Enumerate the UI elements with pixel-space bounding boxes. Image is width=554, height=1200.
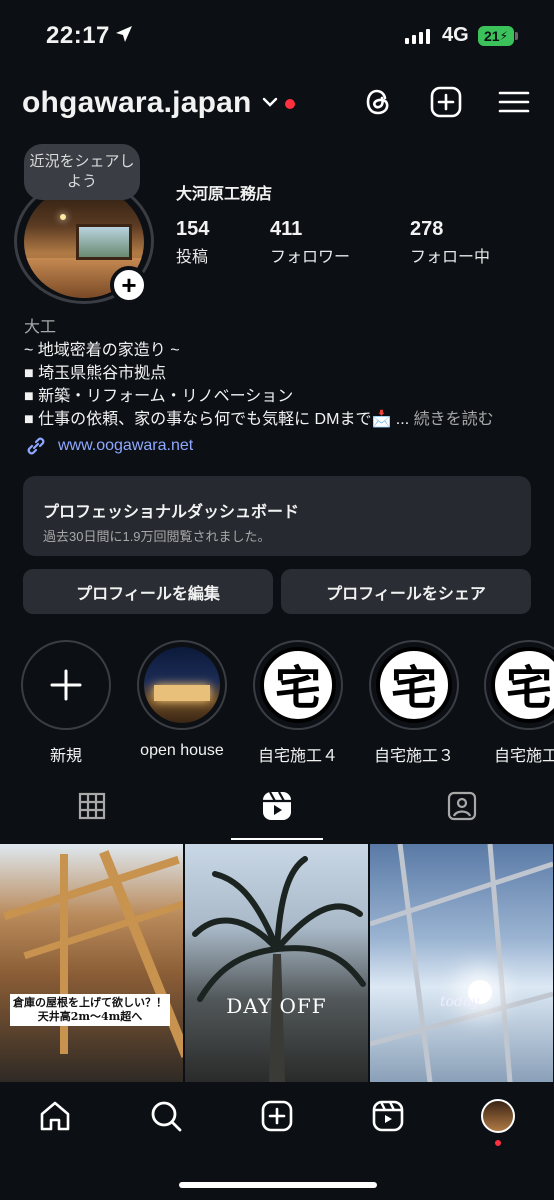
- profile-header: ohgawara.japan: [0, 82, 554, 126]
- stat-followers[interactable]: 411 フォロワー: [270, 218, 350, 267]
- nav-profile[interactable]: [478, 1096, 518, 1136]
- highlight-jitaku[interactable]: 宅 自宅施工: [484, 640, 554, 766]
- profile-tabs: [0, 770, 554, 842]
- threads-icon[interactable]: [360, 84, 396, 120]
- bio-line: ■ 新築・リフォーム・リノベーション: [24, 388, 294, 405]
- highlight-open-house[interactable]: open house: [136, 640, 228, 760]
- search-icon: [151, 1101, 182, 1132]
- reel-title: DAY OFF: [226, 994, 327, 1018]
- nav-search[interactable]: [146, 1096, 186, 1136]
- menu-icon[interactable]: [496, 84, 532, 120]
- highlight-cover: 宅: [260, 647, 336, 723]
- nav-home[interactable]: [35, 1096, 75, 1136]
- add-story-plus-icon[interactable]: +: [110, 266, 148, 304]
- battery-icon: 21 ⚡: [478, 26, 518, 46]
- reel-thumbnail[interactable]: DAY OFF: [185, 844, 368, 1082]
- stat-following[interactable]: 278 フォロー中: [410, 218, 490, 267]
- website-url: www.oogawara.net: [58, 437, 194, 454]
- stat-label: 投稿: [176, 249, 209, 266]
- edit-profile-button[interactable]: プロフィールを編集: [23, 569, 273, 614]
- stat-value: 278: [410, 218, 444, 240]
- note-bubble[interactable]: 近況をシェアしよう: [24, 144, 140, 200]
- reel-caption-line: 天井高2m〜4m超へ: [37, 1010, 143, 1023]
- home-icon: [40, 1101, 70, 1131]
- home-indicator[interactable]: [179, 1182, 377, 1188]
- highlight-cover: [144, 647, 220, 723]
- stat-value: 411: [270, 218, 303, 240]
- reel-title: today: [440, 994, 480, 1010]
- highlight-label: 自宅施工４: [257, 748, 338, 765]
- plus-icon: [50, 669, 82, 701]
- notification-dot: [285, 99, 295, 109]
- palm-tree-image: [192, 856, 366, 1082]
- display-name: 大河原工務店: [176, 186, 273, 203]
- notification-dot: [495, 1140, 501, 1146]
- nav-create[interactable]: [257, 1096, 297, 1136]
- clock: 22:17: [46, 22, 110, 49]
- bio-line: ■ 仕事の依頼、家の事なら何でも気軽に DMまで📩 ...: [24, 411, 410, 428]
- dashboard-title: プロフェッショナルダッシュボード: [43, 504, 300, 521]
- nav-reels[interactable]: [368, 1096, 408, 1136]
- highlight-jitaku-3[interactable]: 宅 自宅施工３: [368, 640, 460, 766]
- bio-line: ■ 埼玉県熊谷市拠点: [24, 365, 167, 382]
- highlight-label: 新規: [49, 748, 82, 765]
- highlight-cover: 宅: [376, 647, 452, 723]
- cellular-signal-icon: [405, 28, 430, 44]
- bottom-navigation: [0, 1082, 554, 1200]
- profile-avatar-icon: [481, 1099, 515, 1133]
- reels-icon: [372, 1100, 404, 1132]
- link-icon: [27, 437, 45, 455]
- reel-caption-line: 倉庫の屋根を上げて欲しい？！: [13, 996, 167, 1009]
- bio-line-last: ■ 仕事の依頼、家の事なら何でも気軽に DMまで📩 ... 続きを読む: [24, 408, 534, 431]
- tab-grid[interactable]: [0, 770, 184, 842]
- scaffolding-image: [370, 844, 553, 1082]
- highlight-new[interactable]: 新規: [20, 640, 112, 766]
- reel-caption: 倉庫の屋根を上げて欲しい？！ 天井高2m〜4m超へ: [10, 994, 170, 1026]
- bio: 大工 ~ 地域密着の家造り ~ ■ 埼玉県熊谷市拠点 ■ 新築・リフォーム・リノ…: [24, 316, 534, 431]
- stat-label: フォロワー: [270, 249, 351, 266]
- tab-tagged[interactable]: [370, 770, 554, 842]
- reels-grid: 倉庫の屋根を上げて欲しい？！ 天井高2m〜4m超へ DAY OFF today: [0, 844, 554, 1082]
- bio-category: 大工: [24, 319, 57, 336]
- highlight-cover: 宅: [491, 647, 554, 723]
- website-link[interactable]: www.oogawara.net: [24, 434, 193, 458]
- active-tab-indicator: [231, 838, 323, 840]
- professional-dashboard[interactable]: プロフェッショナルダッシュボード 過去30日間に1.9万回閲覧されました。: [23, 476, 531, 556]
- reels-icon: [263, 791, 291, 820]
- battery-level: 21: [483, 28, 500, 44]
- username[interactable]: ohgawara.japan: [22, 86, 252, 120]
- create-icon: [261, 1100, 293, 1132]
- create-post-icon[interactable]: [428, 84, 464, 120]
- chevron-down-icon[interactable]: [262, 96, 278, 108]
- grid-icon: [78, 792, 106, 820]
- reel-thumbnail[interactable]: today: [370, 844, 553, 1082]
- tagged-icon: [447, 791, 477, 821]
- highlight-label: 自宅施工３: [373, 748, 454, 765]
- stat-label: フォロー中: [410, 249, 491, 266]
- highlight-label: 自宅施工: [494, 748, 554, 765]
- status-bar: 22:17 4G 21 ⚡: [0, 0, 554, 72]
- dashboard-subtitle: 過去30日間に1.9万回閲覧されました。: [43, 529, 271, 544]
- read-more-link[interactable]: 続きを読む: [414, 411, 494, 428]
- network-type: 4G: [442, 24, 469, 46]
- highlight-label: open house: [140, 742, 224, 759]
- stat-posts[interactable]: 154 投稿: [176, 218, 209, 267]
- bio-line: ~ 地域密着の家造り ~: [24, 342, 180, 359]
- stat-value: 154: [176, 218, 210, 240]
- share-profile-button[interactable]: プロフィールをシェア: [281, 569, 531, 614]
- tab-reels[interactable]: [185, 770, 369, 842]
- highlight-jitaku-4[interactable]: 宅 自宅施工４: [252, 640, 344, 766]
- location-arrow-icon: [116, 26, 132, 42]
- reel-thumbnail[interactable]: 倉庫の屋根を上げて欲しい？！ 天井高2m〜4m超へ: [0, 844, 183, 1082]
